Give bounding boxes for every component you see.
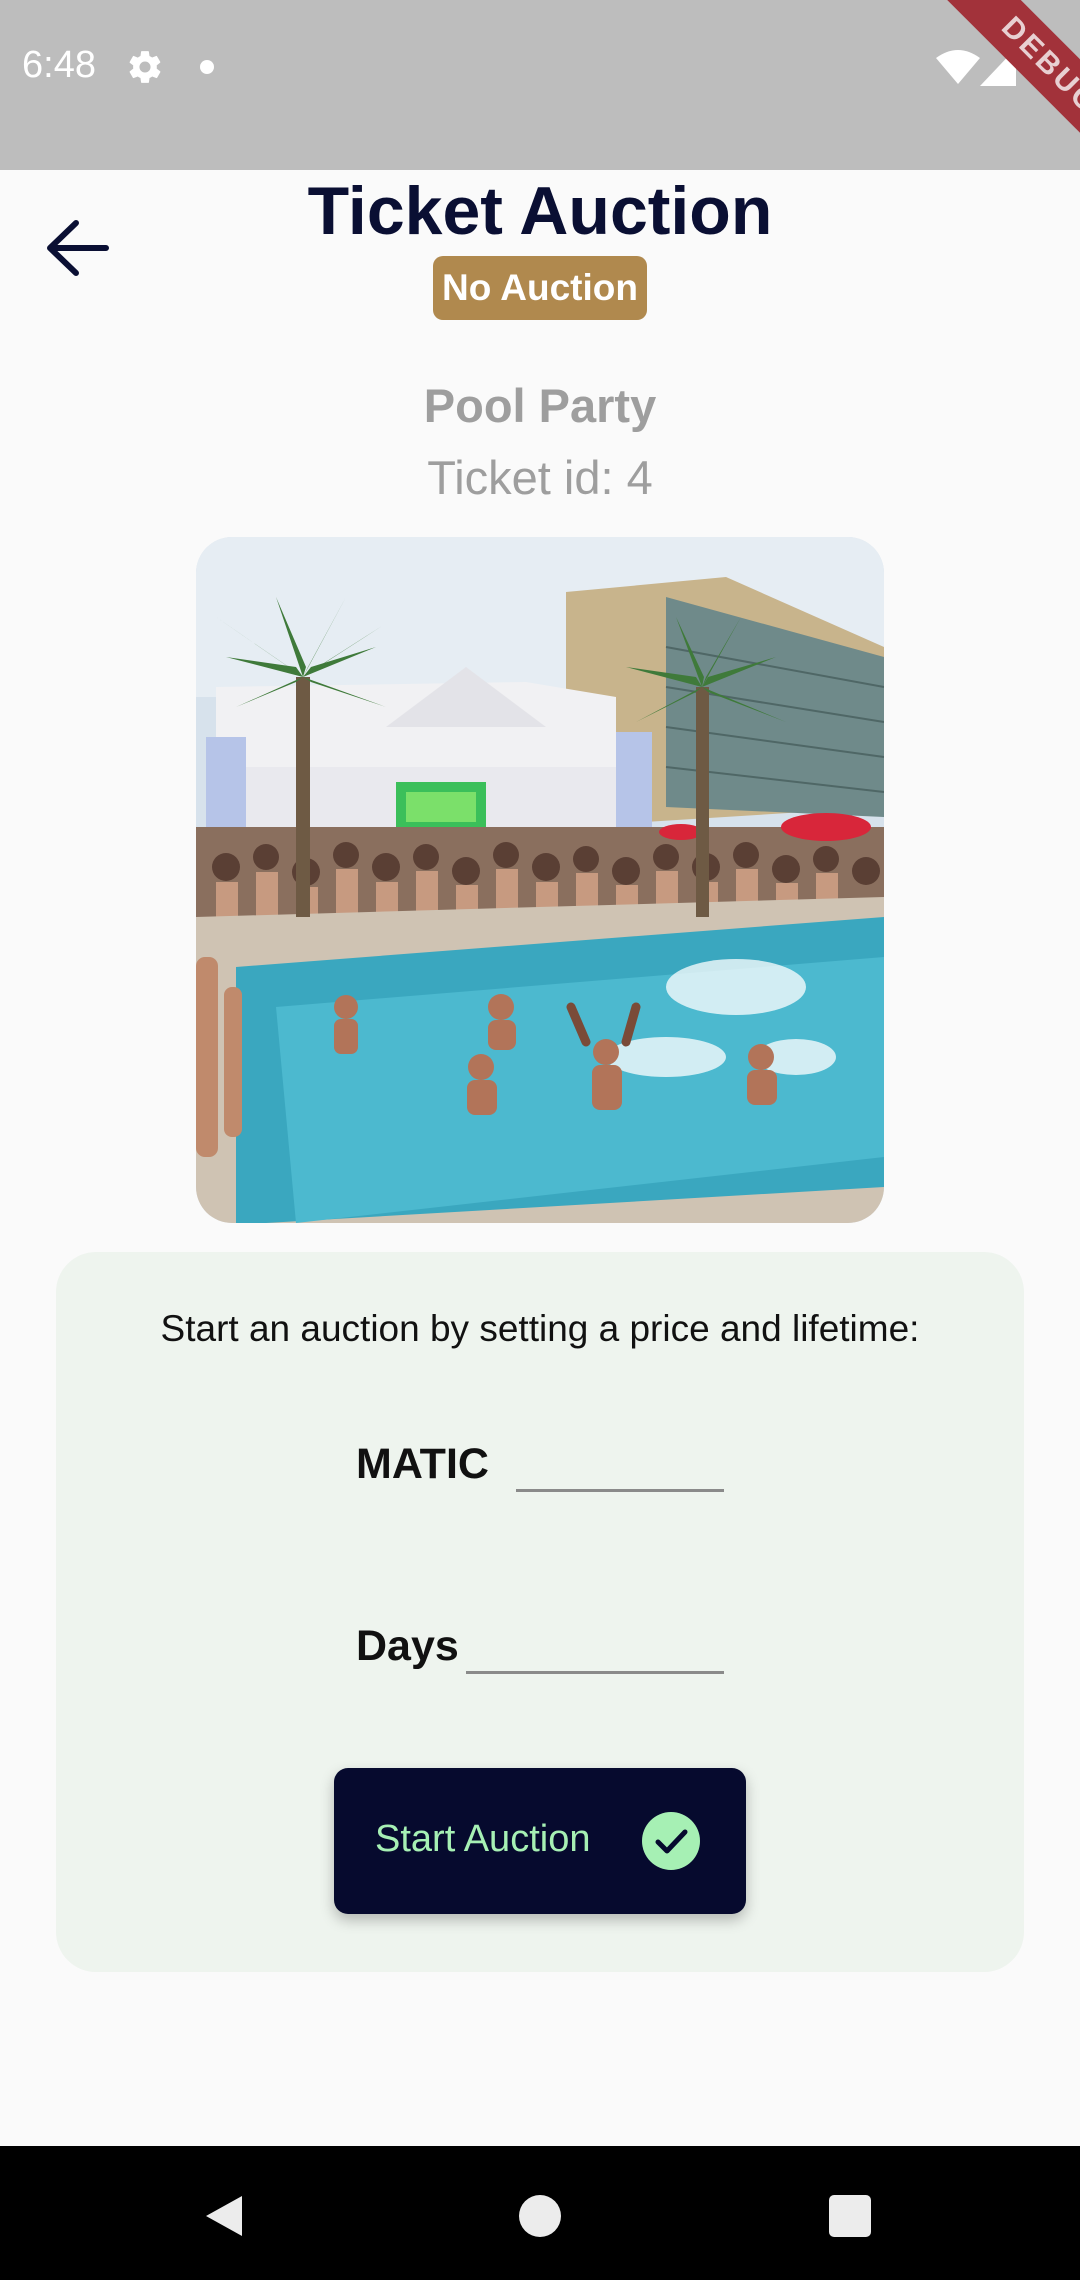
price-input[interactable] [516,1437,724,1492]
page-title: Ticket Auction [307,173,773,249]
status-bar: 6:48 DEBUG [0,0,1080,170]
price-label: MATIC [356,1440,489,1488]
check-circle-icon [642,1812,700,1870]
lifetime-input[interactable] [466,1619,724,1674]
auction-form-panel: Start an auction by setting a price and … [56,1252,1024,1972]
auction-prompt: Start an auction by setting a price and … [160,1308,920,1349]
system-navigation-bar [0,2146,1080,2280]
pool-party-image [196,537,884,1223]
start-auction-label: Start Auction [375,1818,591,1860]
back-triangle-icon[interactable] [202,2194,246,2238]
status-time: 6:48 [22,44,96,86]
settings-gear-icon [129,51,161,83]
event-name: Pool Party [423,379,657,432]
recents-square-icon[interactable] [829,2195,871,2237]
start-auction-button[interactable]: Start Auction [334,1768,746,1914]
lifetime-label: Days [356,1622,459,1670]
auction-status-badge: No Auction [433,256,647,320]
wifi-icon [936,50,980,84]
notification-dot-icon [200,60,214,74]
ticket-id: Ticket id: 4 [427,451,653,504]
home-circle-icon[interactable] [519,2195,561,2237]
